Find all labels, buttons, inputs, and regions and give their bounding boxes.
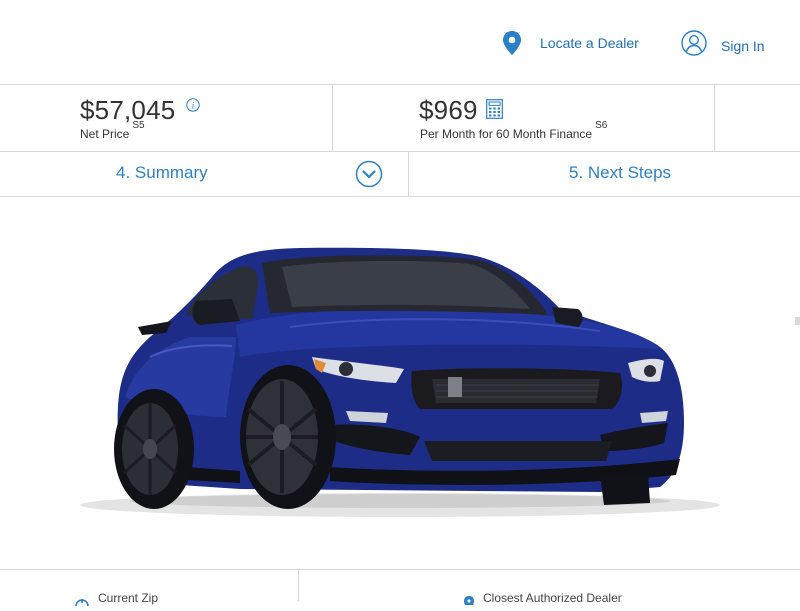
- tab-summary[interactable]: 4. Summary: [0, 152, 409, 196]
- net-price-value: $57,045: [80, 95, 176, 125]
- locate-dealer-label: Locate a Dealer: [540, 35, 639, 51]
- monthly-payment-cell: $969 Per Month for 60 Month FinanceS6: [333, 85, 715, 151]
- monthly-footnote[interactable]: S6: [595, 120, 607, 131]
- info-icon[interactable]: i: [186, 98, 200, 112]
- closest-dealer-cell[interactable]: Closest Authorized Dealer: [299, 570, 800, 605]
- vehicle-illustration: [80, 247, 800, 517]
- site-header: Locate a Dealer Sign In: [0, 0, 800, 85]
- price-summary-bar: $57,045 i Net PriceS5 $969 Per Month for…: [0, 85, 800, 152]
- sign-in-link[interactable]: Sign In: [681, 30, 765, 61]
- closest-dealer-label: Closest Authorized Dealer: [483, 591, 622, 605]
- user-icon: [681, 30, 707, 61]
- monthly-payment-label: Per Month for 60 Month FinanceS6: [420, 120, 608, 141]
- current-zip-label: Current Zip: [98, 591, 159, 605]
- zip-icon: [74, 593, 90, 611]
- tab-next-steps[interactable]: 5. Next Steps: [409, 152, 800, 196]
- sign-in-label: Sign In: [721, 37, 765, 54]
- svg-text:i: i: [192, 101, 195, 111]
- net-price-footnote[interactable]: S5: [132, 120, 144, 131]
- vehicle-image: [0, 197, 800, 569]
- tab-summary-label: 4. Summary: [116, 163, 208, 182]
- monthly-payment-value: $969: [419, 95, 478, 125]
- dealer-pin-icon: [463, 592, 475, 610]
- net-price-label: Net PriceS5: [80, 120, 145, 141]
- current-zip-cell[interactable]: Current Zip: [0, 570, 299, 607]
- tab-next-steps-label: 5. Next Steps: [569, 163, 672, 182]
- build-steps-bar: 4. Summary 5. Next Steps: [0, 152, 800, 197]
- dealer-info-bar: Current Zip Closest Authorized Dealer: [0, 569, 800, 607]
- locate-dealer-link[interactable]: Locate a Dealer: [500, 30, 639, 56]
- chevron-down-icon[interactable]: [355, 160, 383, 188]
- location-pin-icon: [500, 30, 524, 56]
- calculator-icon[interactable]: [486, 99, 503, 119]
- net-price-cell: $57,045 i Net PriceS5: [0, 85, 333, 151]
